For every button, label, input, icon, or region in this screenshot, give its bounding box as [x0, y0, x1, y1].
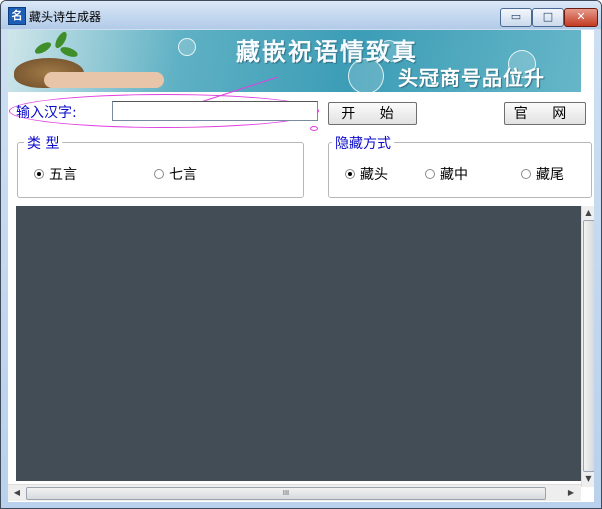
scroll-left-icon[interactable]: ◀ — [11, 485, 23, 501]
hide-mode-groupbox-title: 隐藏方式 — [332, 133, 394, 153]
radio-hide-tail-label: 藏尾 — [536, 167, 564, 183]
scroll-right-icon[interactable]: ▶ — [565, 485, 577, 501]
vertical-scroll-thumb[interactable] — [583, 220, 594, 472]
annotation-arrow — [166, 76, 279, 114]
client-area: 藏嵌祝语情致真 头冠商号品位升 输入汉字: 开 始 官 网 类 型 五言 七言 … — [8, 30, 594, 502]
close-button[interactable]: ✕ — [564, 8, 598, 27]
minimize-button[interactable]: ▭ — [500, 8, 532, 27]
maximize-button[interactable]: □ — [532, 8, 564, 27]
horizontal-scroll-thumb[interactable]: III — [26, 487, 546, 500]
radio-unselected-icon[interactable] — [521, 169, 531, 179]
scroll-down-icon[interactable]: ▼ — [582, 472, 594, 486]
app-window: 名 藏头诗生成器 ▭ □ ✕ 藏嵌祝语情致真 头冠商号品位升 输入汉字: 开 始 — [0, 0, 602, 509]
radio-hide-head-label: 藏头 — [360, 167, 388, 183]
official-site-button[interactable]: 官 网 — [504, 102, 586, 125]
radio-selected-icon[interactable] — [345, 169, 355, 179]
poem-output-area[interactable] — [16, 206, 581, 481]
window-title: 藏头诗生成器 — [29, 10, 102, 24]
radio-unselected-icon[interactable] — [425, 169, 435, 179]
radio-hide-middle-label: 藏中 — [440, 167, 468, 183]
title-bar[interactable]: 名 藏头诗生成器 ▭ □ ✕ — [1, 1, 601, 29]
scroll-up-icon[interactable]: ▲ — [582, 206, 594, 220]
vertical-scrollbar[interactable]: ▲ ▼ — [581, 206, 594, 487]
radio-hide-tail[interactable]: 藏尾 — [521, 164, 564, 184]
radio-seven-char-label: 七言 — [169, 167, 197, 183]
chinese-input-label: 输入汉字: — [16, 105, 77, 121]
type-groupbox: 类 型 五言 七言 — [17, 133, 304, 198]
horizontal-scrollbar[interactable]: ◀ III ▶ — [8, 484, 581, 501]
radio-seven-char[interactable]: 七言 — [154, 164, 197, 184]
radio-selected-icon[interactable] — [34, 169, 44, 179]
type-groupbox-title: 类 型 — [24, 133, 63, 153]
radio-five-char[interactable]: 五言 — [34, 164, 77, 184]
radio-hide-head[interactable]: 藏头 — [345, 164, 388, 184]
radio-unselected-icon[interactable] — [154, 169, 164, 179]
hide-mode-groupbox: 隐藏方式 藏头 藏中 藏尾 — [328, 133, 592, 198]
radio-hide-middle[interactable]: 藏中 — [425, 164, 468, 184]
radio-five-char-label: 五言 — [49, 167, 77, 183]
scroll-grip-icon: III — [282, 489, 290, 497]
start-button[interactable]: 开 始 — [328, 102, 417, 125]
chinese-characters-input[interactable] — [112, 101, 318, 121]
app-icon: 名 — [8, 7, 26, 25]
